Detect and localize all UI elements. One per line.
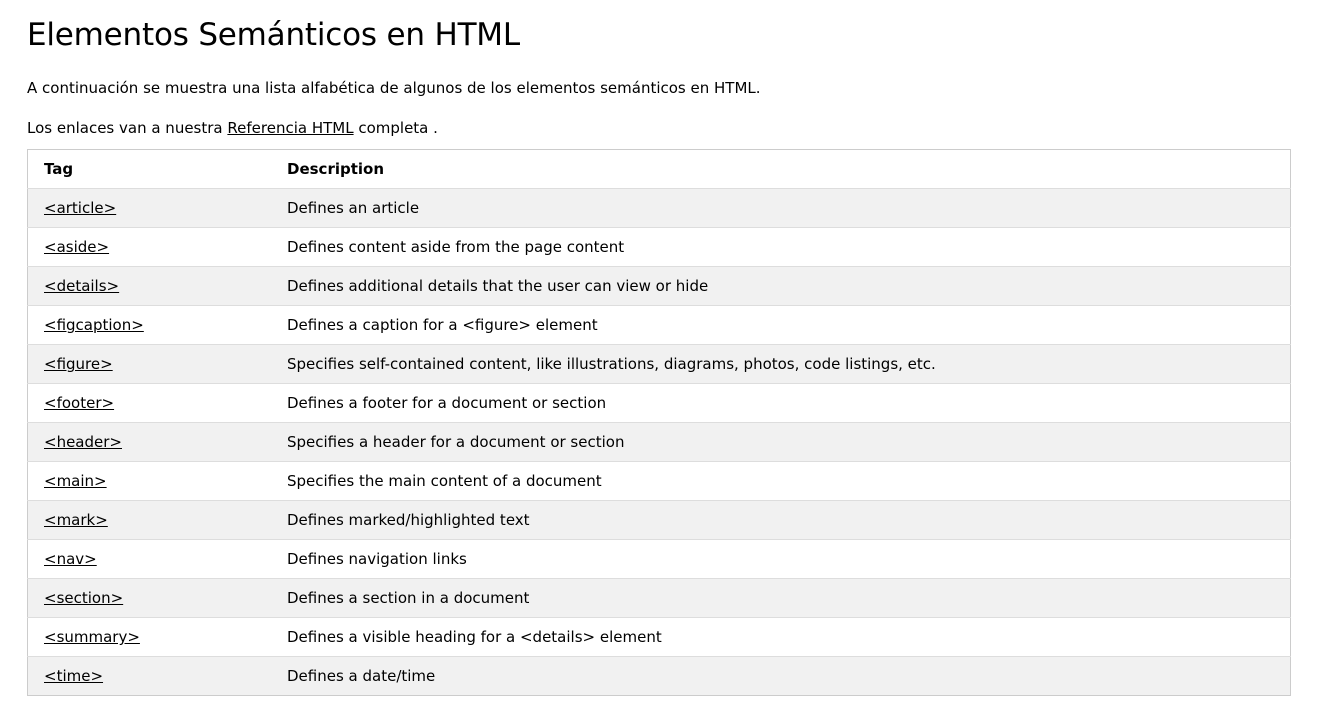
description-cell: Specifies self-contained content, like i…: [271, 344, 1291, 384]
description-cell: Defines a date/time: [271, 656, 1291, 696]
column-header-tag: Tag: [27, 149, 271, 189]
page-content: Elementos Semánticos en HTML A continuac…: [0, 0, 1323, 696]
description-cell: Specifies a header for a document or sec…: [271, 422, 1291, 462]
semantic-elements-table: Tag Description <article> Defines an art…: [27, 149, 1291, 696]
tag-cell: <details>: [27, 266, 271, 306]
tag-link-figure[interactable]: <figure>: [44, 355, 113, 373]
table-row: <summary> Defines a visible heading for …: [27, 617, 1291, 657]
description-cell: Specifies the main content of a document: [271, 461, 1291, 501]
description-cell: Defines marked/highlighted text: [271, 500, 1291, 540]
table-row: <article> Defines an article: [27, 188, 1291, 228]
html-reference-link[interactable]: Referencia HTML: [227, 119, 353, 137]
page-title: Elementos Semánticos en HTML: [27, 17, 520, 53]
description-cell: Defines navigation links: [271, 539, 1291, 579]
tag-cell: <summary>: [27, 617, 271, 657]
description-cell: Defines a footer for a document or secti…: [271, 383, 1291, 423]
tag-link-details[interactable]: <details>: [44, 277, 119, 295]
table-row: <details> Defines additional details tha…: [27, 266, 1291, 306]
links-note-after: completa .: [353, 119, 438, 137]
tag-cell: <footer>: [27, 383, 271, 423]
column-header-description: Description: [271, 149, 1291, 189]
tag-link-summary[interactable]: <summary>: [44, 628, 140, 646]
tag-link-header[interactable]: <header>: [44, 433, 122, 451]
tag-cell: <figure>: [27, 344, 271, 384]
table-row: <footer> Defines a footer for a document…: [27, 383, 1291, 423]
tag-cell: <section>: [27, 578, 271, 618]
intro-text: A continuación se muestra una lista alfa…: [27, 79, 761, 97]
tag-link-time[interactable]: <time>: [44, 667, 103, 685]
links-note: Los enlaces van a nuestra Referencia HTM…: [27, 118, 1323, 138]
table-row: <header> Specifies a header for a docume…: [27, 422, 1291, 462]
tag-cell: <header>: [27, 422, 271, 462]
table-row: <figcaption> Defines a caption for a <fi…: [27, 305, 1291, 345]
description-cell: Defines a visible heading for a <details…: [271, 617, 1291, 657]
table-row: <aside> Defines content aside from the p…: [27, 227, 1291, 267]
description-cell: Defines content aside from the page cont…: [271, 227, 1291, 267]
tag-cell: <mark>: [27, 500, 271, 540]
tag-cell: <main>: [27, 461, 271, 501]
description-cell: Defines an article: [271, 188, 1291, 228]
tag-link-figcaption[interactable]: <figcaption>: [44, 316, 144, 334]
table-header-row: Tag Description: [27, 149, 1291, 189]
links-note-before: Los enlaces van a nuestra: [27, 119, 228, 137]
table-row: <mark> Defines marked/highlighted text: [27, 500, 1291, 540]
tag-cell: <article>: [27, 188, 271, 228]
description-cell: Defines a caption for a <figure> element: [271, 305, 1291, 345]
tag-link-mark[interactable]: <mark>: [44, 511, 108, 529]
description-cell: Defines additional details that the user…: [271, 266, 1291, 306]
description-cell: Defines a section in a document: [271, 578, 1291, 618]
table-row: <time> Defines a date/time: [27, 656, 1291, 696]
tag-link-footer[interactable]: <footer>: [44, 394, 114, 412]
table-row: <main> Specifies the main content of a d…: [27, 461, 1291, 501]
tag-cell: <nav>: [27, 539, 271, 579]
tag-link-article[interactable]: <article>: [44, 199, 116, 217]
tag-cell: <aside>: [27, 227, 271, 267]
table-row: <section> Defines a section in a documen…: [27, 578, 1291, 618]
tag-link-aside[interactable]: <aside>: [44, 238, 109, 256]
tag-cell: <time>: [27, 656, 271, 696]
tag-link-nav[interactable]: <nav>: [44, 550, 97, 568]
table-row: <figure> Specifies self-contained conten…: [27, 344, 1291, 384]
tag-link-main[interactable]: <main>: [44, 472, 107, 490]
table-row: <nav> Defines navigation links: [27, 539, 1291, 579]
tag-link-section[interactable]: <section>: [44, 589, 123, 607]
tag-cell: <figcaption>: [27, 305, 271, 345]
